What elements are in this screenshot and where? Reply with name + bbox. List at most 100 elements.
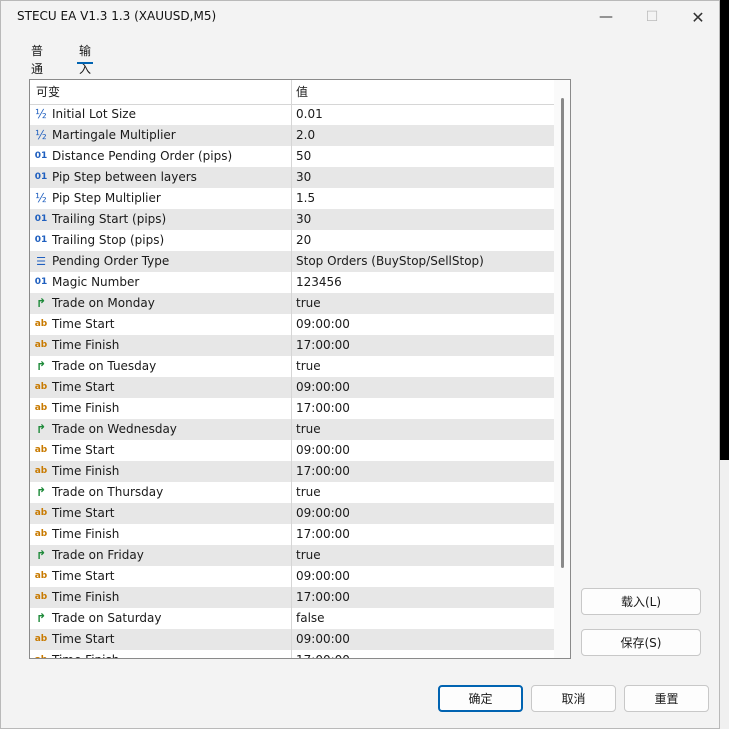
table-row[interactable]: ↱ Trade on Monday true xyxy=(30,293,554,314)
parameter-value[interactable]: 123456 xyxy=(296,272,342,293)
parameter-name: Time Finish xyxy=(52,590,120,604)
table-row[interactable]: ↱ Trade on Friday true xyxy=(30,545,554,566)
boolean-type-icon: ↱ xyxy=(35,485,47,499)
parameter-value[interactable]: true xyxy=(296,482,321,503)
cell-divider xyxy=(291,461,292,482)
cell-divider xyxy=(291,377,292,398)
load-button[interactable]: 载入(L) xyxy=(581,588,701,615)
table-row[interactable]: ab Time Start 09:00:00 xyxy=(30,629,554,650)
parameter-name: Time Start xyxy=(52,569,115,583)
parameter-value[interactable]: true xyxy=(296,356,321,377)
tab-general[interactable]: 普通 xyxy=(29,42,45,76)
table-row[interactable]: ab Time Start 09:00:00 xyxy=(30,503,554,524)
boolean-type-icon: ↱ xyxy=(35,548,47,562)
table-row[interactable]: 01 Magic Number 123456 xyxy=(30,272,554,293)
parameter-value[interactable]: 17:00:00 xyxy=(296,650,350,658)
parameter-value[interactable]: false xyxy=(296,608,325,629)
column-divider[interactable] xyxy=(291,80,292,104)
table-row[interactable]: ½ Martingale Multiplier 2.0 xyxy=(30,125,554,146)
table-row[interactable]: ab Time Finish 17:00:00 xyxy=(30,587,554,608)
cell-divider xyxy=(291,545,292,566)
parameter-value[interactable]: true xyxy=(296,545,321,566)
parameter-value[interactable]: 17:00:00 xyxy=(296,398,350,419)
integer-type-icon: 01 xyxy=(34,172,48,182)
parameter-name: Initial Lot Size xyxy=(52,107,136,121)
table-row[interactable]: ab Time Start 09:00:00 xyxy=(30,440,554,461)
parameter-value[interactable]: 2.0 xyxy=(296,125,315,146)
parameter-value[interactable]: 17:00:00 xyxy=(296,587,350,608)
cell-divider xyxy=(291,209,292,230)
parameter-value[interactable]: 1.5 xyxy=(296,188,315,209)
table-row[interactable]: ab Time Finish 17:00:00 xyxy=(30,398,554,419)
cell-divider xyxy=(291,104,292,125)
table-row[interactable]: ab Time Start 09:00:00 xyxy=(30,377,554,398)
table-row[interactable]: 01 Trailing Start (pips) 30 xyxy=(30,209,554,230)
reset-button[interactable]: 重置 xyxy=(624,685,709,712)
parameter-name: Trailing Stop (pips) xyxy=(52,233,165,247)
cell-divider xyxy=(291,503,292,524)
table-row[interactable]: 01 Trailing Stop (pips) 20 xyxy=(30,230,554,251)
table-row[interactable]: ½ Pip Step Multiplier 1.5 xyxy=(30,188,554,209)
table-row[interactable]: 01 Pip Step between layers 30 xyxy=(30,167,554,188)
table-row[interactable]: ↱ Trade on Tuesday true xyxy=(30,356,554,377)
parameter-value[interactable]: true xyxy=(296,293,321,314)
boolean-type-icon: ↱ xyxy=(35,611,47,625)
parameter-value[interactable]: 09:00:00 xyxy=(296,503,350,524)
parameter-value[interactable]: 17:00:00 xyxy=(296,524,350,545)
cell-divider xyxy=(291,398,292,419)
cell-divider xyxy=(291,608,292,629)
table-row[interactable]: ab Time Finish 17:00:00 xyxy=(30,524,554,545)
table-row[interactable]: ☰ Pending Order Type Stop Orders (BuyStop/… xyxy=(30,251,554,272)
string-type-icon: ab xyxy=(34,319,48,329)
string-type-icon: ab xyxy=(34,571,48,581)
parameter-value[interactable]: 30 xyxy=(296,167,311,188)
table-row[interactable]: ab Time Start 09:00:00 xyxy=(30,314,554,335)
parameter-value[interactable]: true xyxy=(296,419,321,440)
parameter-value[interactable]: 09:00:00 xyxy=(296,377,350,398)
parameter-name: Trade on Monday xyxy=(52,296,155,310)
parameter-value[interactable]: 17:00:00 xyxy=(296,335,350,356)
table-row[interactable]: ↱ Trade on Wednesday true xyxy=(30,419,554,440)
table-row[interactable]: ab Time Finish 17:00:00 xyxy=(30,335,554,356)
table-row[interactable]: ab Time Finish 17:00:00 xyxy=(30,650,554,658)
string-type-icon: ab xyxy=(34,403,48,413)
table-row[interactable]: ab Time Finish 17:00:00 xyxy=(30,461,554,482)
cell-divider xyxy=(291,356,292,377)
string-type-icon: ab xyxy=(34,466,48,476)
parameter-value[interactable]: 17:00:00 xyxy=(296,461,350,482)
cell-divider xyxy=(291,650,292,658)
table-row[interactable]: 01 Distance Pending Order (pips) 50 xyxy=(30,146,554,167)
string-type-icon: ab xyxy=(34,529,48,539)
parameter-value[interactable]: Stop Orders (BuyStop/SellStop) xyxy=(296,251,484,272)
table-row[interactable]: ↱ Trade on Thursday true xyxy=(30,482,554,503)
double-type-icon: ½ xyxy=(35,107,47,121)
parameter-value[interactable]: 0.01 xyxy=(296,104,323,125)
parameter-value[interactable]: 30 xyxy=(296,209,311,230)
close-icon[interactable]: ✕ xyxy=(675,1,721,33)
parameter-value[interactable]: 09:00:00 xyxy=(296,566,350,587)
parameter-value[interactable]: 50 xyxy=(296,146,311,167)
column-header-variable[interactable]: 可变 xyxy=(36,80,60,104)
parameter-name: Trade on Thursday xyxy=(52,485,164,499)
cell-divider xyxy=(291,293,292,314)
window-title: STECU EA V1.3 1.3 (XAUUSD,M5) xyxy=(17,9,217,23)
column-header-value[interactable]: 值 xyxy=(296,80,308,104)
parameter-value[interactable]: 09:00:00 xyxy=(296,440,350,461)
tab-inputs[interactable]: 输入 xyxy=(77,42,94,76)
cancel-button[interactable]: 取消 xyxy=(531,685,616,712)
minimize-icon[interactable]: — xyxy=(583,1,629,33)
parameter-name: Trade on Saturday xyxy=(52,611,162,625)
parameter-value[interactable]: 09:00:00 xyxy=(296,314,350,335)
save-button[interactable]: 保存(S) xyxy=(581,629,701,656)
table-row[interactable]: ½ Initial Lot Size 0.01 xyxy=(30,104,554,125)
title-bar[interactable]: STECU EA V1.3 1.3 (XAUUSD,M5) — ☐ ✕ xyxy=(1,1,719,35)
table-row[interactable]: ↱ Trade on Saturday false xyxy=(30,608,554,629)
scrollbar-thumb[interactable] xyxy=(561,98,564,568)
parameter-name: Pip Step between layers xyxy=(52,170,197,184)
parameter-value[interactable]: 09:00:00 xyxy=(296,629,350,650)
parameter-name: Time Start xyxy=(52,443,115,457)
ok-button[interactable]: 确定 xyxy=(438,685,523,712)
string-type-icon: ab xyxy=(34,650,48,658)
parameter-value[interactable]: 20 xyxy=(296,230,311,251)
table-row[interactable]: ab Time Start 09:00:00 xyxy=(30,566,554,587)
